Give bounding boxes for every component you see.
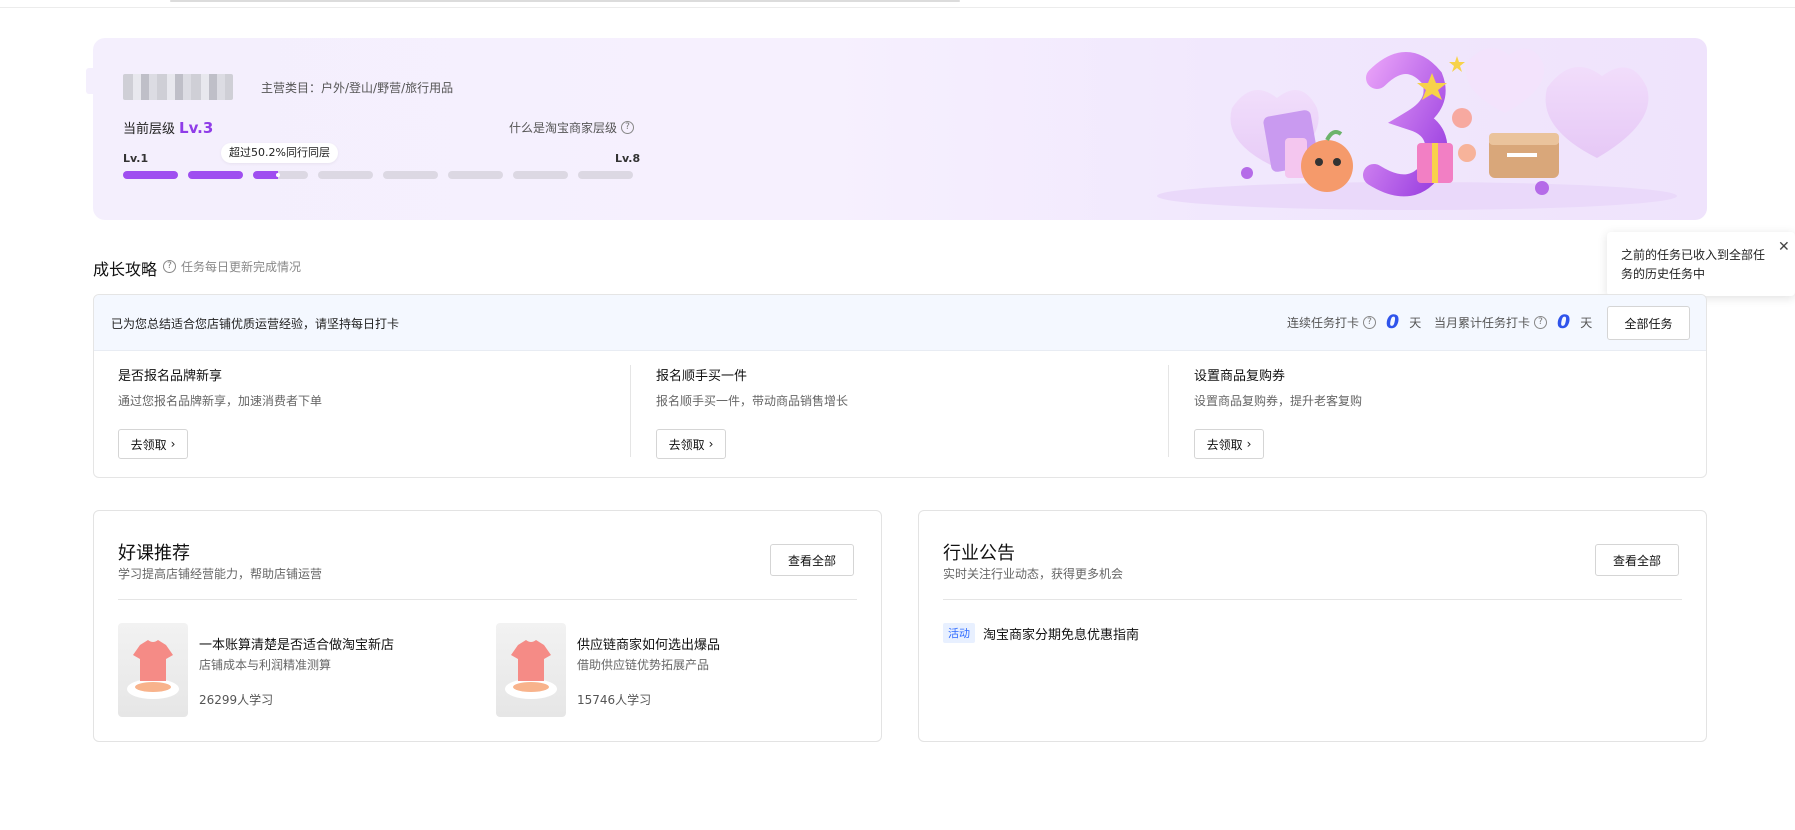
- claim-button[interactable]: 去领取 ›: [118, 429, 188, 459]
- close-icon[interactable]: ✕: [1778, 240, 1790, 254]
- notice-item[interactable]: 活动 淘宝商家分期免息优惠指南: [943, 623, 1139, 643]
- course-desc: 借助供应链优势拓展产品: [577, 658, 710, 672]
- main-category: 主营类目：户外/登山/野营/旅行用品: [261, 81, 454, 95]
- task-panel-header: 已为您总结适合您店铺优质运营经验，请坚持每日打卡 连续任务打卡 ? 0 天 当月…: [94, 295, 1706, 351]
- level-min-label: Lv.1: [123, 152, 149, 165]
- course-title: 一本账算清楚是否适合做淘宝新店: [199, 638, 395, 653]
- growth-title: 成长攻略: [93, 260, 158, 279]
- view-all-button[interactable]: 查看全部: [770, 544, 854, 576]
- card-title: 好课推荐: [118, 543, 190, 564]
- course-learners: 15746人学习: [577, 693, 652, 707]
- level-3-illustration: [1157, 48, 1677, 210]
- claim-button-label: 去领取: [130, 437, 167, 452]
- task-title: 是否报名品牌新享: [118, 369, 223, 384]
- level-max-label: Lv.8: [615, 152, 641, 165]
- notice-tag: 活动: [943, 623, 975, 643]
- chevron-right-icon: ›: [1246, 437, 1252, 451]
- peer-rank-tip: 超过50.2%同行同层: [221, 143, 338, 163]
- popover-text: 之前的任务已收入到全部任务的历史任务中: [1621, 248, 1766, 281]
- shirt-icon: [505, 640, 557, 699]
- growth-subtitle: ? 任务每日更新完成情况: [163, 258, 301, 275]
- course-item[interactable]: 一本账算清楚是否适合做淘宝新店 店铺成本与利润精准测算 26299人学习: [118, 623, 478, 717]
- help-icon[interactable]: ?: [1534, 315, 1548, 329]
- card-divider: [118, 599, 857, 600]
- course-thumbnail: [496, 623, 566, 717]
- column-divider: [630, 365, 631, 457]
- shop-name-blurred: [123, 74, 233, 100]
- month-stat: 当月累计任务打卡 ? 0 天: [1434, 311, 1592, 333]
- progress-marker: [276, 173, 280, 177]
- card-divider: [943, 599, 1682, 600]
- task-panel-intro: 已为您总结适合您店铺优质运营经验，请坚持每日打卡: [111, 317, 400, 331]
- course-item[interactable]: 供应链商家如何选出爆品 借助供应链优势拓展产品 15746人学习: [496, 623, 856, 717]
- streak-value: 0: [1386, 311, 1400, 333]
- month-value: 0: [1557, 311, 1571, 333]
- level-segment: [318, 171, 373, 179]
- task-title: 设置商品复购券: [1194, 369, 1286, 384]
- level-segment: [123, 171, 178, 179]
- what-is-level-link[interactable]: 什么是淘宝商家层级 ?: [509, 119, 635, 136]
- task-desc: 通过您报名品牌新享，加速消费者下单: [118, 394, 323, 408]
- column-divider: [1168, 365, 1169, 457]
- growth-subtitle-text: 任务每日更新完成情况: [181, 260, 302, 274]
- task-panel: 已为您总结适合您店铺优质运营经验，请坚持每日打卡 连续任务打卡 ? 0 天 当月…: [93, 294, 1707, 478]
- course-recommend-card: 好课推荐 学习提高店铺经营能力，帮助店铺运营 查看全部 一本账算清楚是否适合做淘…: [93, 510, 882, 742]
- level-segment: [188, 171, 243, 179]
- level-segment: [448, 171, 503, 179]
- view-all-button[interactable]: 查看全部: [1595, 544, 1679, 576]
- level-segment: [513, 171, 568, 179]
- task-item: 报名顺手买一件 报名顺手买一件，带动商品销售增长 去领取 ›: [656, 365, 1156, 459]
- task-desc: 报名顺手买一件，带动商品销售增长: [656, 394, 849, 408]
- help-icon[interactable]: ?: [163, 260, 176, 273]
- level-segment-current: [253, 171, 308, 179]
- what-is-level-text: 什么是淘宝商家层级: [509, 121, 618, 135]
- current-level-value: Lv.3: [179, 119, 214, 137]
- level-segment: [383, 171, 438, 179]
- industry-notice-card: 行业公告 实时关注行业动态，获得更多机会 查看全部 活动 淘宝商家分期免息优惠指…: [918, 510, 1707, 742]
- help-icon: ?: [621, 121, 635, 134]
- claim-button[interactable]: 去领取 ›: [1194, 429, 1264, 459]
- course-desc: 店铺成本与利润精准测算: [199, 658, 332, 672]
- claim-button-label: 去领取: [668, 437, 705, 452]
- all-tasks-button[interactable]: 全部任务: [1607, 306, 1690, 340]
- task-item: 是否报名品牌新享 通过您报名品牌新享，加速消费者下单 去领取 ›: [118, 365, 618, 459]
- task-desc: 设置商品复购券，提升老客复购: [1194, 394, 1363, 408]
- claim-button[interactable]: 去领取 ›: [656, 429, 726, 459]
- merchant-level-banner: 主营类目：户外/登山/野营/旅行用品 当前层级 Lv.3 什么是淘宝商家层级 ? …: [93, 38, 1707, 220]
- course-learners: 26299人学习: [199, 693, 274, 707]
- streak-unit: 天: [1409, 315, 1422, 330]
- current-level-label: 当前层级: [123, 122, 176, 137]
- level-segment: [578, 171, 633, 179]
- course-thumbnail: [118, 623, 188, 717]
- chevron-right-icon: ›: [708, 437, 714, 451]
- current-level: 当前层级 Lv.3: [123, 118, 213, 137]
- top-divider: [0, 7, 1795, 8]
- month-label: 当月累计任务打卡: [1434, 315, 1531, 330]
- card-subtitle: 学习提高店铺经营能力，帮助店铺运营: [118, 567, 323, 581]
- shirt-icon: [127, 640, 179, 699]
- task-title: 报名顺手买一件: [656, 369, 748, 384]
- chevron-right-icon: ›: [170, 437, 176, 451]
- month-unit: 天: [1580, 315, 1593, 330]
- history-tasks-popover: 之前的任务已收入到全部任务的历史任务中: [1607, 232, 1795, 296]
- help-icon[interactable]: ?: [1363, 315, 1377, 329]
- claim-button-label: 去领取: [1206, 437, 1243, 452]
- card-title: 行业公告: [943, 543, 1015, 564]
- streak-stat: 连续任务打卡 ? 0 天: [1287, 311, 1421, 333]
- streak-label: 连续任务打卡: [1287, 315, 1360, 330]
- course-title: 供应链商家如何选出爆品: [577, 638, 721, 653]
- top-scrollbar[interactable]: [170, 0, 960, 2]
- notice-title: 淘宝商家分期免息优惠指南: [983, 627, 1140, 643]
- card-subtitle: 实时关注行业动态，获得更多机会: [943, 567, 1124, 581]
- task-item: 设置商品复购券 设置商品复购券，提升老客复购 去领取 ›: [1194, 365, 1694, 459]
